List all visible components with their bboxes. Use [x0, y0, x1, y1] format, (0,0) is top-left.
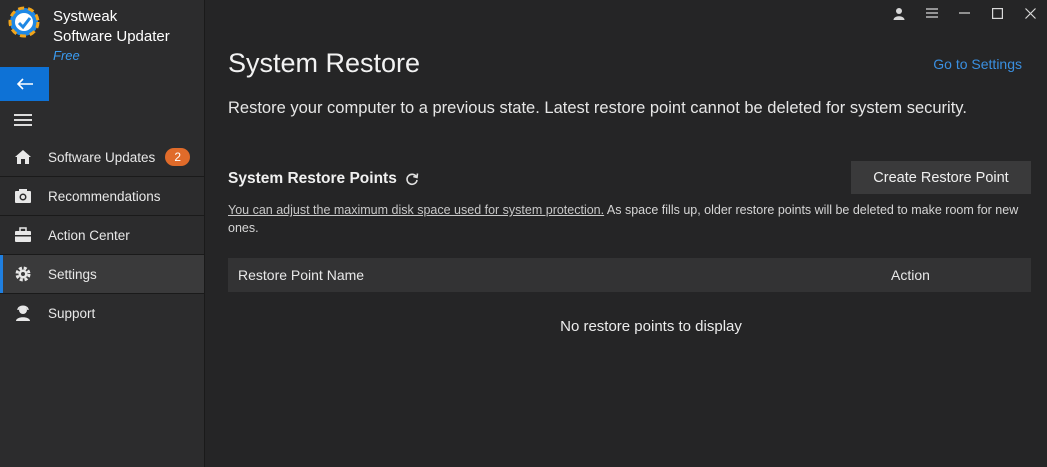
back-button[interactable] — [0, 67, 49, 101]
page-description: Restore your computer to a previous stat… — [228, 99, 967, 117]
section-title-label: System Restore Points — [228, 170, 397, 187]
close-icon[interactable] — [1014, 4, 1047, 22]
minimize-icon[interactable] — [948, 4, 981, 22]
sidebar-item-label: Action Center — [48, 227, 130, 243]
menu-icon[interactable] — [915, 4, 948, 22]
sidebar-item-support[interactable]: Support — [0, 294, 204, 332]
maximize-icon[interactable] — [981, 4, 1014, 22]
sidebar-item-label: Support — [48, 305, 96, 321]
sidebar-nav: Software Updates 2 Recommendations Actio… — [0, 138, 204, 332]
sidebar-item-label: Settings — [48, 266, 97, 282]
sidebar-item-label: Recommendations — [48, 188, 161, 204]
refresh-icon[interactable] — [405, 172, 419, 186]
app-title: Systweak Software Updater Free — [53, 7, 170, 65]
section-title: System Restore Points — [228, 170, 419, 188]
go-to-settings-link[interactable]: Go to Settings — [933, 56, 1022, 72]
home-icon — [12, 147, 34, 167]
sidebar-item-label: Software Updates — [48, 149, 156, 165]
restore-points-table-header: Restore Point Name Action — [228, 258, 1031, 292]
sidebar-item-software-updates[interactable]: Software Updates 2 — [0, 138, 204, 176]
arrow-left-icon — [16, 78, 33, 90]
sidebar-item-recommendations[interactable]: Recommendations — [0, 177, 204, 215]
page-title: System Restore — [228, 48, 421, 78]
gear-icon — [12, 264, 34, 284]
sidebar-item-settings[interactable]: Settings — [0, 255, 204, 293]
sidebar-item-action-center[interactable]: Action Center — [0, 216, 204, 254]
updates-count-badge: 2 — [165, 148, 190, 166]
empty-state-message: No restore points to display — [560, 318, 742, 335]
camera-icon — [12, 186, 34, 206]
create-restore-point-button[interactable]: Create Restore Point — [851, 161, 1031, 194]
sidebar: Systweak Software Updater Free Software … — [0, 0, 205, 467]
app-name-line2: Software Updater — [53, 28, 170, 45]
column-header-action: Action — [891, 267, 930, 283]
briefcase-icon — [12, 225, 34, 245]
app-logo-icon — [7, 5, 41, 39]
edition-label: Free — [53, 48, 80, 63]
app-name-line1: Systweak — [53, 8, 118, 25]
column-header-name: Restore Point Name — [238, 267, 365, 283]
adjust-disk-space-link[interactable]: You can adjust the maximum disk space us… — [228, 203, 604, 217]
support-agent-icon — [12, 303, 34, 323]
disk-space-note: You can adjust the maximum disk space us… — [228, 201, 1028, 237]
account-icon[interactable] — [882, 4, 915, 22]
menu-toggle-icon[interactable] — [14, 114, 32, 126]
window-controls — [882, 4, 1047, 22]
